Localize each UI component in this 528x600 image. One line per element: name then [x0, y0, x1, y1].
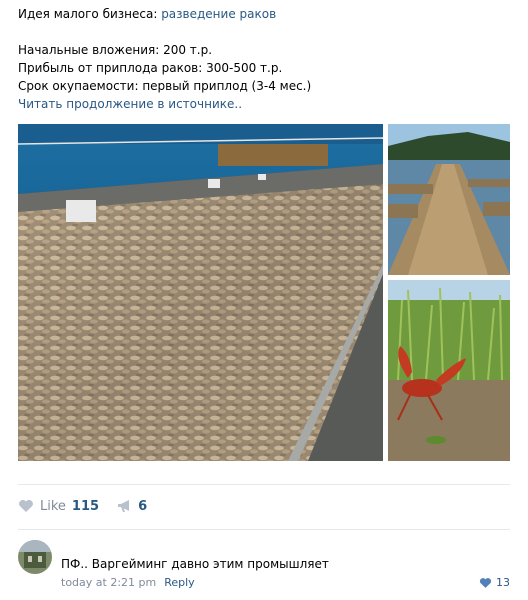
payback-line: Срок окупаемости: первый приплод (3-4 ме… — [18, 79, 312, 93]
investment-line: Начальные вложения: 200 т.р. — [18, 43, 213, 57]
megaphone-icon — [118, 500, 130, 512]
share-count: 6 — [138, 498, 148, 514]
idea-hashtag-link[interactable]: разведение раков — [161, 7, 276, 21]
crayfish-in-grass-photo[interactable] — [388, 280, 510, 461]
post-idea-line: Идея малого бизнеса: разведение раков — [18, 5, 508, 23]
crayfish-tank-photo[interactable] — [18, 124, 383, 461]
heart-icon — [19, 500, 33, 512]
like-count: 115 — [71, 498, 100, 514]
comment-text: ПФ.. Варгейминг давно этим промышляет — [61, 557, 329, 571]
read-more-link[interactable]: Читать продолжение в источнике.. — [18, 95, 508, 113]
avatar[interactable] — [18, 540, 52, 574]
like-label: Like — [40, 498, 66, 514]
comment-like-button[interactable]: 13 — [479, 576, 510, 589]
comment-meta: today at 2:21 pm Reply — [61, 576, 195, 589]
post-text: Идея малого бизнеса: разведение раков На… — [18, 5, 508, 113]
comment-like-count: 13 — [496, 576, 510, 589]
dock-photo[interactable] — [388, 124, 510, 275]
reply-link[interactable]: Reply — [164, 576, 194, 589]
heart-icon — [479, 577, 492, 588]
profit-line: Прибыль от приплода раков: 300-500 т.р. — [18, 61, 283, 75]
comments-divider — [18, 529, 510, 530]
photo-gallery — [18, 124, 510, 461]
comment: ПФ.. Варгейминг давно этим промышляет to… — [18, 540, 510, 595]
post-divider — [18, 484, 510, 485]
comment-time[interactable]: today at 2:21 pm — [61, 576, 156, 589]
like-button[interactable]: Like 115 — [18, 499, 99, 514]
share-button[interactable]: 6 — [117, 499, 147, 514]
post-actions: Like 115 6 — [18, 496, 165, 516]
idea-prefix: Идея малого бизнеса: — [18, 7, 162, 21]
